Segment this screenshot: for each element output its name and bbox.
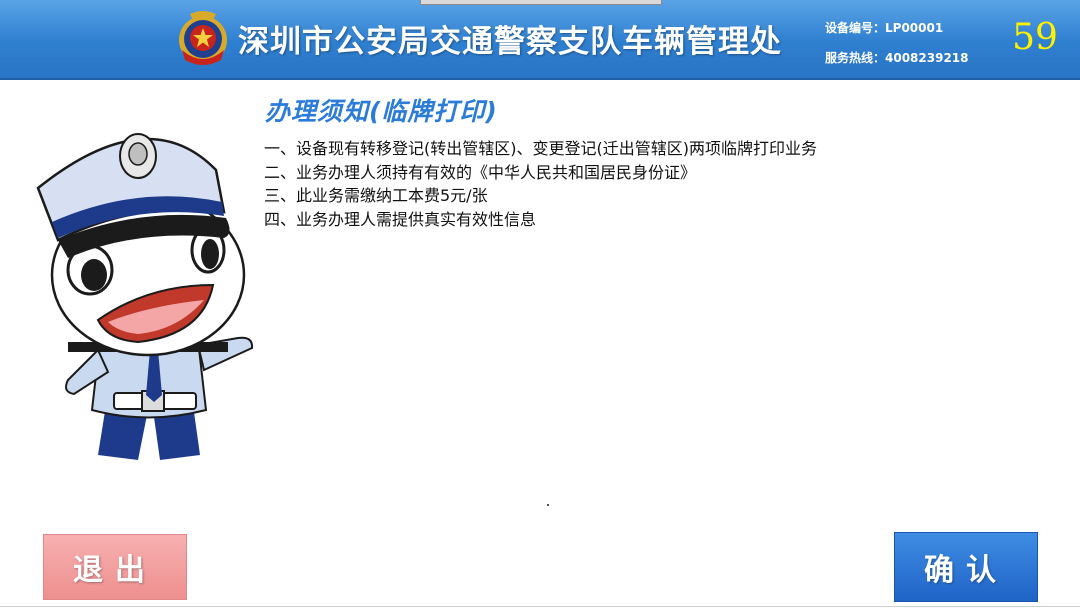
notice-item: 二、业务办理人须持有有效的《中华人民共和国居民身份证》 — [264, 162, 697, 182]
notice-item: 一、设备现有转移登记(转出管辖区)、变更登记(迁出管辖区)两项临牌打印业务 — [264, 139, 817, 158]
org-title: 深圳市公安局交通警察支队车辆管理处 — [238, 24, 782, 60]
window-tab — [420, 0, 662, 5]
confirm-button[interactable]: 确认 — [894, 532, 1038, 602]
notice-item: 三、此业务需缴纳工本费5元/张 — [264, 186, 488, 205]
notice-title: 办理须知(临牌打印) — [265, 97, 498, 126]
service-hotline: 服务热线：4008239218 — [825, 51, 969, 65]
stray-dot — [547, 504, 549, 506]
device-number: 设备编号：LP00001 — [825, 21, 944, 35]
header-bar: 深圳市公安局交通警察支队车辆管理处 设备编号：LP00001 服务热线：4008… — [0, 0, 1080, 80]
notice-item: 四、业务办理人需提供真实有效性信息 — [264, 209, 537, 229]
countdown-timer: 59 — [1012, 17, 1058, 58]
police-mascot-illustration — [36, 133, 254, 460]
bottom-divider — [0, 606, 1080, 607]
notice-list: 一、设备现有转移登记(转出管辖区)、变更登记(迁出管辖区)两项临牌打印业务 二、… — [264, 137, 817, 231]
police-emblem-icon — [179, 11, 227, 65]
device-info: 设备编号：LP00001 服务热线：4008239218 — [825, 13, 969, 73]
exit-button[interactable]: 退出 — [43, 534, 187, 600]
